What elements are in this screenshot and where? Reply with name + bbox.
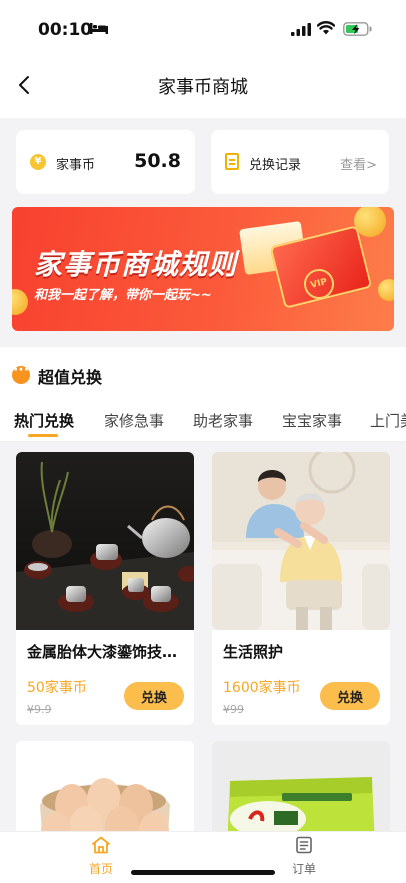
redeem-button[interactable]: 兑换	[124, 682, 184, 710]
coin-icon: ¥	[30, 154, 46, 170]
redeem-button[interactable]: 兑换	[320, 682, 380, 710]
home-indicator	[131, 870, 275, 875]
product-name: 生活照护	[223, 643, 284, 661]
cellular-signal-icon	[291, 23, 311, 36]
orders-icon	[296, 836, 312, 854]
product-original-price: ¥99	[223, 703, 244, 716]
exchange-record-label: 兑换记录	[249, 158, 302, 173]
product-name: 金属胎体大漆鎏饰技…	[27, 643, 178, 661]
wifi-icon	[317, 21, 335, 35]
record-list-icon	[225, 153, 239, 170]
coin-balance-value: 50.8	[134, 150, 181, 172]
active-tab-indicator	[28, 434, 58, 437]
exchange-record-card[interactable]: 兑换记录 查看>	[211, 130, 389, 194]
status-time: 00:10	[38, 20, 93, 40]
tab-home-repair[interactable]: 家修急事	[104, 410, 164, 431]
tabbar-orders-label: 订单	[291, 862, 316, 876]
tabbar-home[interactable]: 首页	[71, 836, 131, 877]
product-image	[16, 452, 194, 630]
gold-coin-decoration	[12, 289, 28, 315]
product-card[interactable]: 生活照护 1600家事币 ¥99 兑换	[212, 452, 390, 725]
product-price: 1600家事币	[223, 680, 301, 696]
mall-rules-banner[interactable]: VIP 家事币商城规则 和我一起了解，带你一起玩~~	[12, 207, 394, 331]
category-tabs: 热门兑换 家修急事 助老家事 宝宝家事 上门美	[0, 402, 406, 442]
coin-label: 家事币	[56, 158, 96, 173]
bottom-tab-bar: 首页 订单	[0, 831, 406, 883]
more-dots-icon	[12, 362, 30, 384]
home-icon	[92, 836, 110, 854]
coin-balance-card: ¥ 家事币 50.8	[16, 130, 195, 194]
product-card[interactable]: 金属胎体大漆鎏饰技… 50家事币 ¥9.9 兑换	[16, 452, 194, 725]
tabbar-home-label: 首页	[88, 862, 113, 876]
view-records-link[interactable]: 查看>	[340, 154, 377, 173]
product-original-price: ¥9.9	[27, 703, 52, 716]
gold-coin-decoration	[378, 279, 394, 301]
page-title: 家事币商城	[158, 77, 248, 98]
banner-title: 家事币商城规则	[34, 248, 238, 281]
tab-home-beauty[interactable]: 上门美	[370, 410, 406, 431]
status-bar: 00:10	[0, 0, 406, 56]
exchange-section: 超值兑换 热门兑换 家修急事 助老家事 宝宝家事 上门美	[0, 347, 406, 883]
section-title: 超值兑换	[38, 368, 103, 387]
battery-charging-icon	[343, 22, 372, 36]
product-price: 50家事币	[27, 680, 87, 696]
banner-subtitle: 和我一起了解，带你一起玩~~	[34, 288, 212, 303]
tab-elderly-care[interactable]: 助老家事	[193, 410, 253, 431]
product-image	[212, 452, 390, 630]
tab-hot-exchange[interactable]: 热门兑换	[14, 410, 74, 431]
tabbar-orders[interactable]: 订单	[274, 836, 334, 877]
nav-bar: 家事币商城	[0, 56, 406, 118]
sleep-mode-icon	[90, 23, 108, 34]
product-grid: 金属胎体大漆鎏饰技… 50家事币 ¥9.9 兑换 生活照护 1600家事币 ¥9…	[0, 442, 406, 883]
tab-baby-care[interactable]: 宝宝家事	[282, 410, 342, 431]
